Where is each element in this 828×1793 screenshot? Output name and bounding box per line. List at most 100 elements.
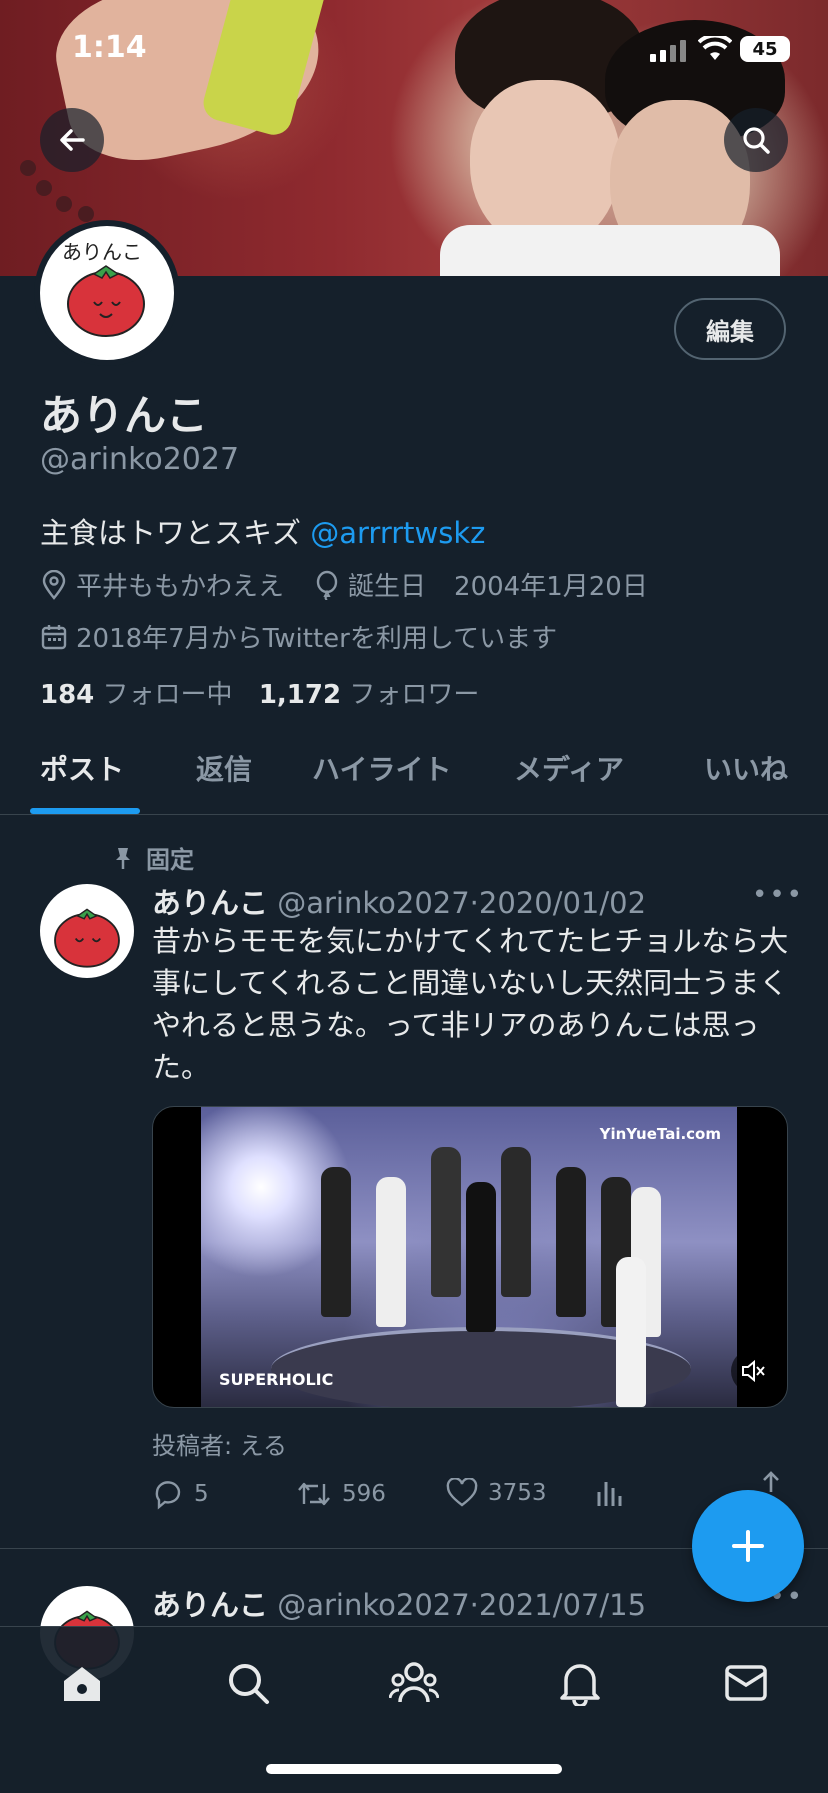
tweet-date[interactable]: 2021/07/15 [479, 1588, 646, 1622]
tweet-header: ありんこ @arinko2027·2020/01/02 [152, 880, 646, 922]
video-person [466, 1182, 496, 1332]
search-button[interactable] [724, 108, 788, 172]
video-person [321, 1167, 351, 1317]
profile-name: ありんこ [40, 391, 209, 440]
nav-communities[interactable] [386, 1655, 442, 1711]
tweet-text: 昔からモモを気にかけてくれてたヒチョルなら大事にしてくれること間違いないし天然同… [152, 924, 789, 1084]
reply-button[interactable]: 5 [152, 1478, 209, 1510]
views-icon [597, 1482, 622, 1506]
tab-media[interactable]: メディア [514, 748, 624, 788]
share-icon [763, 1471, 779, 1492]
following-link[interactable]: 184 フォロー中 [40, 680, 233, 710]
follow-stats: 184 フォロー中 1,172 フォロワー [40, 674, 479, 711]
profile-handle: @arinko2027 [40, 442, 240, 477]
video-person [501, 1147, 531, 1297]
retweet-icon [298, 1482, 330, 1506]
mute-icon [742, 1359, 765, 1383]
nav-search[interactable] [220, 1655, 276, 1711]
tweet-poster: 投稿者: える [152, 1432, 287, 1460]
birthday-date: 2004年1月20日 [454, 572, 648, 602]
tab-replies[interactable]: 返信 [196, 748, 252, 788]
profile-joined-row: 2018年7月からTwitterを利用しています [40, 618, 557, 655]
banner-bead [20, 160, 36, 176]
pin-icon [116, 847, 130, 869]
people-icon [389, 1662, 439, 1703]
video-person [376, 1177, 406, 1327]
tab-posts[interactable]: ポスト [40, 748, 124, 788]
followers-link[interactable]: 1,172 フォロワー [259, 680, 480, 710]
tweet-author-handle[interactable]: @arinko2027 [277, 1588, 469, 1622]
reply-icon [155, 1481, 181, 1510]
video-person [431, 1147, 461, 1297]
tab-likes[interactable]: いいね [704, 748, 788, 788]
banner-bead [36, 180, 52, 196]
mute-button[interactable] [731, 1349, 775, 1393]
balloon-icon [316, 570, 338, 600]
followers-label: フォロワー [349, 680, 480, 710]
signal-icon [650, 40, 686, 62]
banner-bead [56, 196, 72, 212]
banner-shirt [440, 225, 780, 276]
followers-count: 1,172 [258, 680, 342, 710]
profile-avatar[interactable]: ありんこ [34, 220, 180, 366]
video-frame [201, 1107, 737, 1407]
status-bar: 1:14 45 [0, 0, 828, 100]
edit-profile-button[interactable]: 編集 [674, 298, 786, 360]
status-time: 1:14 [72, 30, 147, 65]
profile-joined: 2018年7月からTwitterを利用しています [76, 624, 558, 654]
tweet-author-name[interactable]: ありんこ [152, 1588, 268, 1622]
following-count: 184 [40, 680, 95, 710]
birthday-label: 誕生日 [348, 572, 427, 602]
pinned-label: 固定 [110, 840, 194, 875]
like-button[interactable]: 3753 [446, 1478, 547, 1508]
bell-icon [560, 1664, 600, 1706]
tweet-avatar[interactable] [40, 884, 134, 978]
video-person [556, 1167, 586, 1317]
retweet-button[interactable]: 596 [296, 1478, 386, 1510]
views-button[interactable] [594, 1478, 634, 1508]
bio-text: 主食はトワとスキズ [40, 516, 311, 550]
home-icon [64, 1667, 100, 1701]
wifi-icon [698, 36, 732, 60]
video-person [616, 1257, 646, 1407]
share-button[interactable] [756, 1470, 796, 1494]
profile-location: 平井ももかわええ [76, 572, 285, 602]
following-label: フォロー中 [102, 680, 233, 710]
back-button[interactable] [40, 108, 104, 172]
tomato-icon [54, 908, 120, 968]
nav-notifications[interactable] [552, 1655, 608, 1711]
tomato-icon [67, 265, 145, 337]
tweet-author-name[interactable]: ありんこ [152, 886, 268, 920]
search-icon [229, 1664, 269, 1704]
location-icon [42, 569, 66, 600]
profile-tabs: ポスト 返信 ハイライト メディア いいね [0, 720, 828, 815]
nav-messages[interactable] [718, 1655, 774, 1711]
tweet-video[interactable]: YinYueTai.com SUPERHOLIC [152, 1106, 788, 1408]
tweet-date[interactable]: 2020/01/02 [479, 886, 646, 920]
plus-icon [732, 1530, 764, 1562]
reply-count: 5 [194, 1481, 209, 1507]
back-arrow-icon [60, 129, 85, 151]
tweet-separator: · [469, 886, 479, 920]
pinned-text: 固定 [146, 846, 194, 874]
retweet-count: 596 [342, 1481, 386, 1507]
tab-highlights[interactable]: ハイライト [312, 748, 451, 788]
like-count: 3753 [488, 1480, 547, 1506]
search-icon [743, 127, 770, 154]
video-watermark: YinYueTai.com [599, 1125, 721, 1143]
home-indicator [266, 1764, 562, 1774]
profile-bio: 主食はトワとスキズ @arrrrtwskz [40, 510, 485, 552]
tweet-separator: · [469, 1588, 479, 1622]
nav-home[interactable] [54, 1655, 110, 1711]
calendar-icon [41, 624, 67, 649]
mail-icon [725, 1665, 767, 1701]
compose-button[interactable] [692, 1490, 804, 1602]
bio-link[interactable]: @arrrrtwskz [310, 516, 485, 550]
like-icon [446, 1478, 478, 1507]
tweet-more-button[interactable]: ••• [752, 880, 804, 910]
profile-meta-row: 平井ももかわええ 誕生日 2004年1月20日 [40, 566, 648, 603]
video-caption: SUPERHOLIC [219, 1370, 334, 1389]
banner-bead [78, 206, 94, 222]
battery-indicator: 45 [740, 36, 790, 62]
tweet-author-handle[interactable]: @arinko2027 [277, 886, 469, 920]
